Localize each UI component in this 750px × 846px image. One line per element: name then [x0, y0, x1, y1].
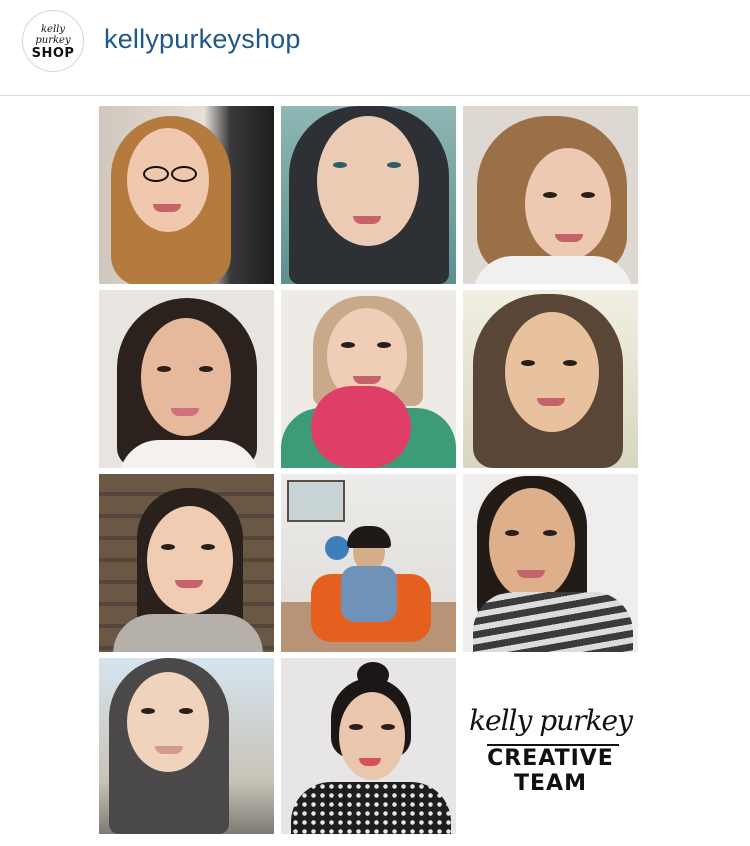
avatar-shop-text: SHOP	[31, 46, 75, 61]
post-image[interactable]: kelly purkey CREATIVE TEAM	[97, 104, 640, 834]
brand-title: CREATIVE TEAM	[463, 746, 638, 796]
creative-team-tile: kelly purkey CREATIVE TEAM	[463, 658, 638, 834]
team-photo-8	[281, 474, 456, 652]
profile-avatar[interactable]: kelly purkey SHOP	[22, 10, 84, 72]
team-photo-4	[99, 290, 274, 468]
profile-username[interactable]: kellypurkeyshop	[104, 24, 301, 55]
team-photo-7	[99, 474, 274, 652]
brand-title-line2: TEAM	[514, 771, 587, 796]
team-photo-9	[463, 474, 638, 652]
team-photo-10	[99, 658, 274, 834]
post-header: kelly purkey SHOP kellypurkeyshop	[0, 0, 750, 96]
brand-title-line1: CREATIVE	[487, 746, 614, 771]
team-photo-3	[463, 106, 638, 284]
team-photo-2	[281, 106, 456, 284]
brand-script-logo: kelly purkey	[469, 704, 633, 737]
avatar-script-text: kelly purkey	[35, 24, 71, 46]
team-photo-1	[99, 106, 274, 284]
team-photo-5	[281, 290, 456, 468]
team-photo-11	[281, 658, 456, 834]
team-photo-6	[463, 290, 638, 468]
